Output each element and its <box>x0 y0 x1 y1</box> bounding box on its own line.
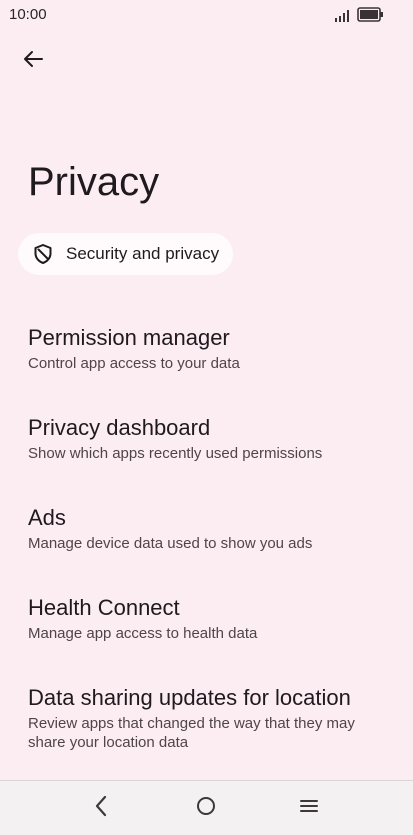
setting-summary: Control app access to your data <box>28 355 240 372</box>
page-title: Privacy <box>28 160 160 204</box>
setting-summary: Review apps that changed the way that th… <box>28 715 355 751</box>
security-and-privacy-chip[interactable]: Security and privacy <box>18 233 234 275</box>
status-bar: 10:00 <box>0 0 413 30</box>
setting-title: Data sharing updates for location <box>28 685 351 710</box>
setting-summary: Manage app access to health data <box>28 625 258 642</box>
signal-icon <box>334 9 352 22</box>
back-triangle-icon <box>93 795 109 822</box>
setting-title: Permission manager <box>28 325 230 350</box>
setting-privacy-dashboard[interactable]: Privacy dashboard Show which apps recent… <box>0 402 413 492</box>
home-circle-icon <box>195 795 217 822</box>
setting-summary: Manage device data used to show you ads <box>28 535 313 552</box>
nav-home-button[interactable] <box>191 793 221 823</box>
battery-icon <box>357 7 384 22</box>
setting-data-sharing-updates[interactable]: Data sharing updates for location Review… <box>0 672 413 762</box>
back-button[interactable] <box>16 44 50 78</box>
status-time: 10:00 <box>9 6 47 23</box>
nav-recents-button[interactable] <box>294 793 324 823</box>
arrow-left-icon <box>22 48 44 75</box>
chip-label: Security and privacy <box>66 244 220 263</box>
navigation-bar <box>0 780 413 835</box>
setting-health-connect[interactable]: Health Connect Manage app access to heal… <box>0 582 413 672</box>
setting-ads[interactable]: Ads Manage device data used to show you … <box>0 492 413 582</box>
setting-title: Privacy dashboard <box>28 415 211 440</box>
nav-back-button[interactable] <box>86 793 116 823</box>
setting-title: Ads <box>28 505 66 530</box>
settings-list: Permission manager Control app access to… <box>0 312 413 762</box>
menu-lines-icon <box>299 797 319 820</box>
setting-permission-manager[interactable]: Permission manager Control app access to… <box>0 312 413 402</box>
setting-summary: Show which apps recently used permission… <box>28 445 323 462</box>
shield-icon <box>32 243 54 265</box>
setting-title: Health Connect <box>28 595 180 620</box>
